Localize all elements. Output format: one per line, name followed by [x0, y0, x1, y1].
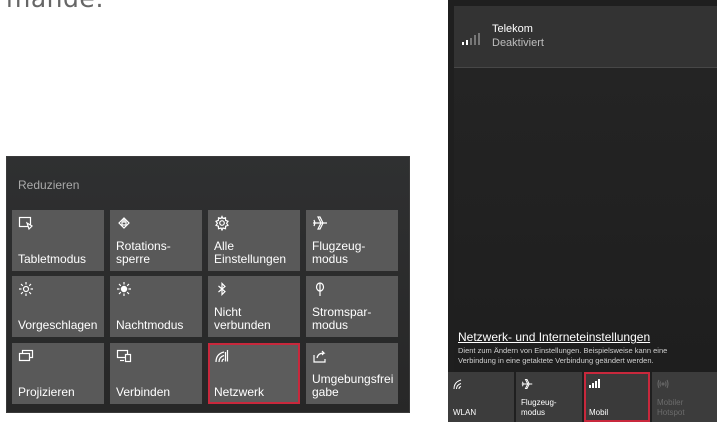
gear-icon — [214, 215, 232, 233]
night-light-icon — [116, 281, 134, 299]
connect-icon — [116, 348, 134, 366]
flyout-body — [454, 68, 717, 372]
airplane-icon — [521, 378, 533, 394]
tile-project[interactable]: Projizieren — [12, 343, 104, 404]
page: mande: Reduzieren Tabletmodus Rotations-… — [0, 0, 717, 422]
battery-saver-icon — [312, 281, 330, 299]
tile-battery-saver[interactable]: Stromspar- modus — [306, 276, 398, 337]
quick-tile-cellular[interactable]: Mobil — [584, 372, 650, 422]
tile-label: Nicht verbunden — [214, 305, 271, 332]
tile-all-settings[interactable]: Alle Einstellungen — [208, 210, 300, 271]
hotspot-icon — [657, 378, 669, 394]
tile-label: Verbinden — [116, 385, 171, 399]
tile-label: Alle Einstellungen — [214, 239, 287, 266]
network-icon — [214, 348, 232, 366]
tile-nearby-sharing[interactable]: Umgebungsfrei gabe — [306, 343, 398, 404]
rotation-lock-icon — [116, 215, 134, 233]
tile-night-light[interactable]: Nachtmodus — [110, 276, 202, 337]
quick-tile-airplane[interactable]: Flugzeug- modus — [516, 372, 582, 422]
quick-tile-label: Mobil — [589, 408, 609, 417]
tablet-mode-icon — [18, 215, 36, 233]
tile-connect[interactable]: Verbinden — [110, 343, 202, 404]
quick-tile-wifi[interactable]: WLAN — [448, 372, 514, 422]
tile-label: Nachtmodus — [116, 318, 184, 332]
tile-label: Stromspar- modus — [312, 305, 372, 332]
action-center-panel: Reduzieren Tabletmodus Rotations- sperre… — [6, 156, 410, 413]
tile-rotation-lock[interactable]: Rotations- sperre — [110, 210, 202, 271]
tile-label: Vorgeschlagen — [18, 318, 98, 332]
network-list-item[interactable]: Telekom Deaktiviert — [454, 6, 717, 68]
tile-label: Netzwerk — [214, 385, 265, 399]
network-settings-link[interactable]: Netzwerk- und Interneteinstellungen — [458, 330, 650, 344]
tile-label: Flugzeug- modus — [312, 239, 366, 266]
instruction-text: mande: — [6, 0, 104, 13]
brightness-icon — [18, 281, 36, 299]
tile-tablet-mode[interactable]: Tabletmodus — [12, 210, 104, 271]
project-icon — [18, 348, 36, 366]
tile-brightness[interactable]: Vorgeschlagen — [12, 276, 104, 337]
bluetooth-icon — [214, 281, 232, 299]
tile-airplane-mode[interactable]: Flugzeug- modus — [306, 210, 398, 271]
network-flyout: Telekom Deaktiviert Netzwerk- und Intern… — [448, 0, 717, 422]
airplane-icon — [312, 215, 330, 233]
cellular-icon — [589, 378, 601, 392]
network-settings-description: Dient zum Ändern von Einstellungen. Beis… — [458, 346, 668, 365]
tile-label: Projizieren — [18, 385, 75, 399]
network-name: Telekom — [492, 23, 533, 35]
cellular-signal-icon — [462, 32, 480, 50]
quick-tile-label: Flugzeug- modus — [521, 398, 557, 417]
network-status: Deaktiviert — [492, 37, 544, 49]
tile-network[interactable]: Netzwerk — [208, 343, 300, 404]
tile-label: Umgebungsfrei gabe — [312, 372, 394, 399]
quick-tile-label: Mobiler Hotspot — [657, 398, 685, 417]
quick-tile-hotspot[interactable]: Mobiler Hotspot — [652, 372, 717, 422]
collapse-button[interactable]: Reduzieren — [18, 178, 79, 192]
wifi-icon — [453, 378, 465, 394]
tile-label: Tabletmodus — [18, 252, 87, 266]
tile-bluetooth[interactable]: Nicht verbunden — [208, 276, 300, 337]
quick-tile-label: WLAN — [453, 408, 477, 417]
nearby-sharing-icon — [312, 348, 330, 366]
tile-label: Rotations- sperre — [116, 239, 171, 266]
